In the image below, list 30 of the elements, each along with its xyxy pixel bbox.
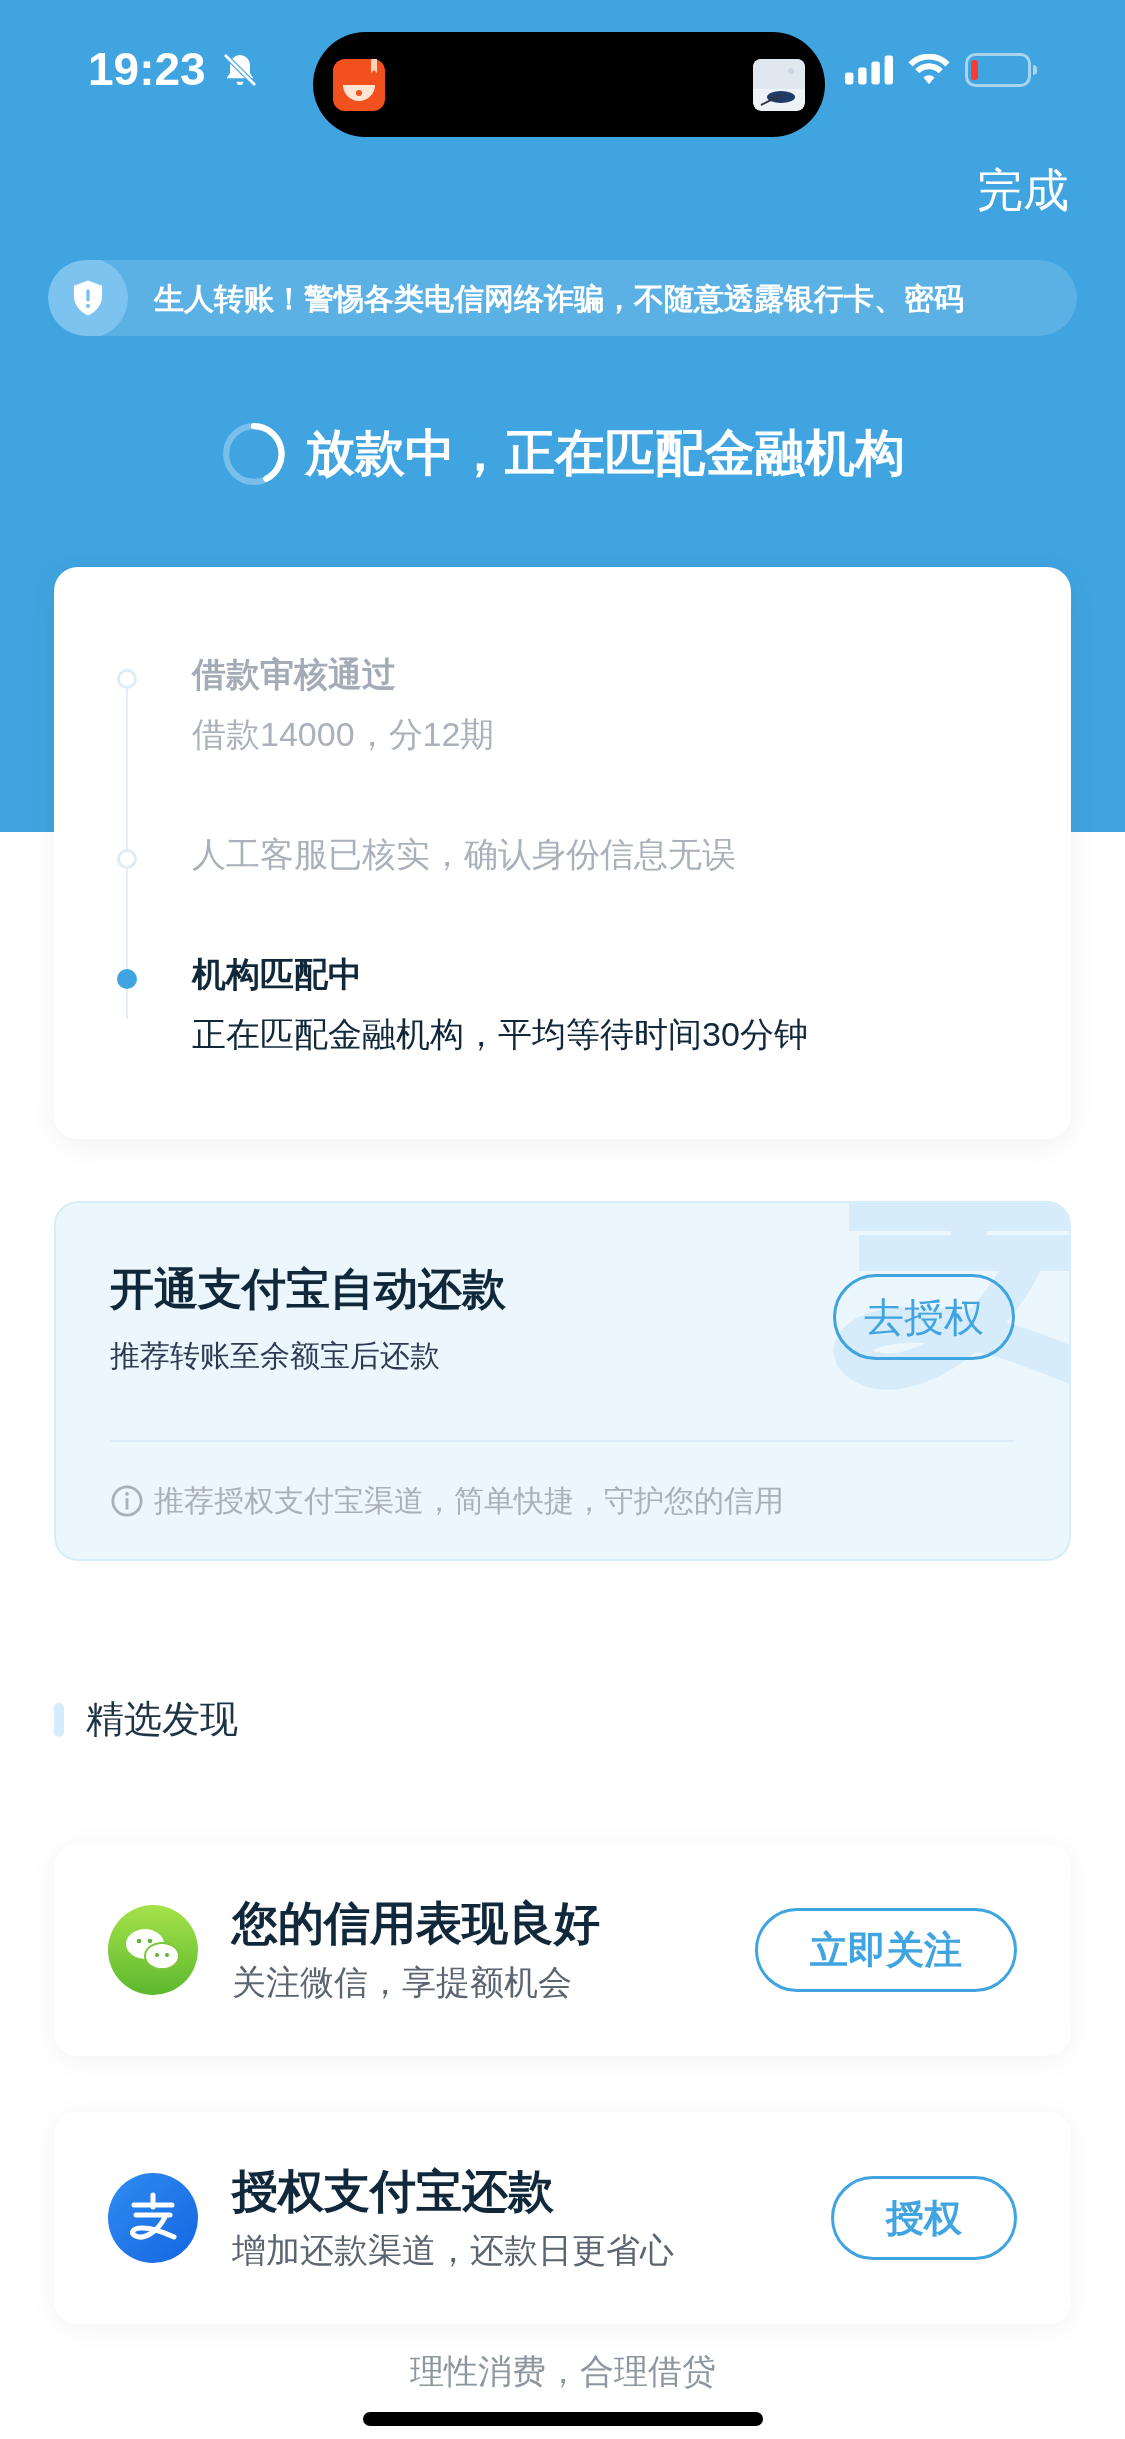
authorize-button[interactable]: 去授权 — [833, 1274, 1015, 1360]
alipay-icon — [108, 2173, 198, 2263]
step-detail: 正在匹配金融机构，平均等待时间30分钟 — [192, 1014, 809, 1055]
status-heading: 放款中，正在匹配金融机构 — [304, 424, 905, 483]
wifi-icon — [907, 53, 951, 87]
wechat-icon — [108, 1905, 198, 1995]
step-detail: 借款14000，分12期 — [192, 714, 496, 755]
step-title: 借款审核通过 — [192, 654, 397, 695]
info-icon — [110, 1483, 144, 1518]
status-time: 19:23 — [88, 41, 206, 97]
tip-text: 推荐授权支付宝渠道，简单快捷，守护您的信用 — [154, 1483, 784, 1519]
promo-subtitle: 增加还款渠道，还款日更省心 — [232, 2229, 675, 2271]
footer-slogan: 理性消费，合理借贷 — [408, 2351, 717, 2392]
notice-text: 生人转账！警惕各类电信网络诈骗，不随意透露银行卡、密码 — [154, 280, 964, 317]
step-title: 机构匹配中 — [192, 954, 363, 995]
step-detail: 人工客服已核实，确认身份信息无误 — [192, 834, 737, 875]
signal-icon — [845, 53, 893, 87]
promo-title: 您的信用表现良好 — [232, 1895, 601, 1951]
follow-button[interactable]: 授权 — [831, 2176, 1017, 2260]
card-subtitle: 推荐转账至余额宝后还款 — [110, 1338, 441, 1374]
follow-button[interactable]: 立即关注 — [755, 1908, 1017, 1992]
card-title: 开通支付宝自动还款 — [110, 1263, 507, 1315]
loading-spinner-icon — [220, 420, 287, 487]
promo-subtitle: 关注微信，享提额机会 — [232, 1961, 573, 2003]
section-marker — [54, 1702, 64, 1737]
app-icon[interactable] — [333, 58, 385, 111]
done-button[interactable]: 完成 — [977, 160, 1069, 220]
section-title: 精选发现 — [86, 1697, 238, 1742]
promo-title: 授权支付宝还款 — [232, 2163, 555, 2219]
battery-icon — [965, 53, 1037, 87]
